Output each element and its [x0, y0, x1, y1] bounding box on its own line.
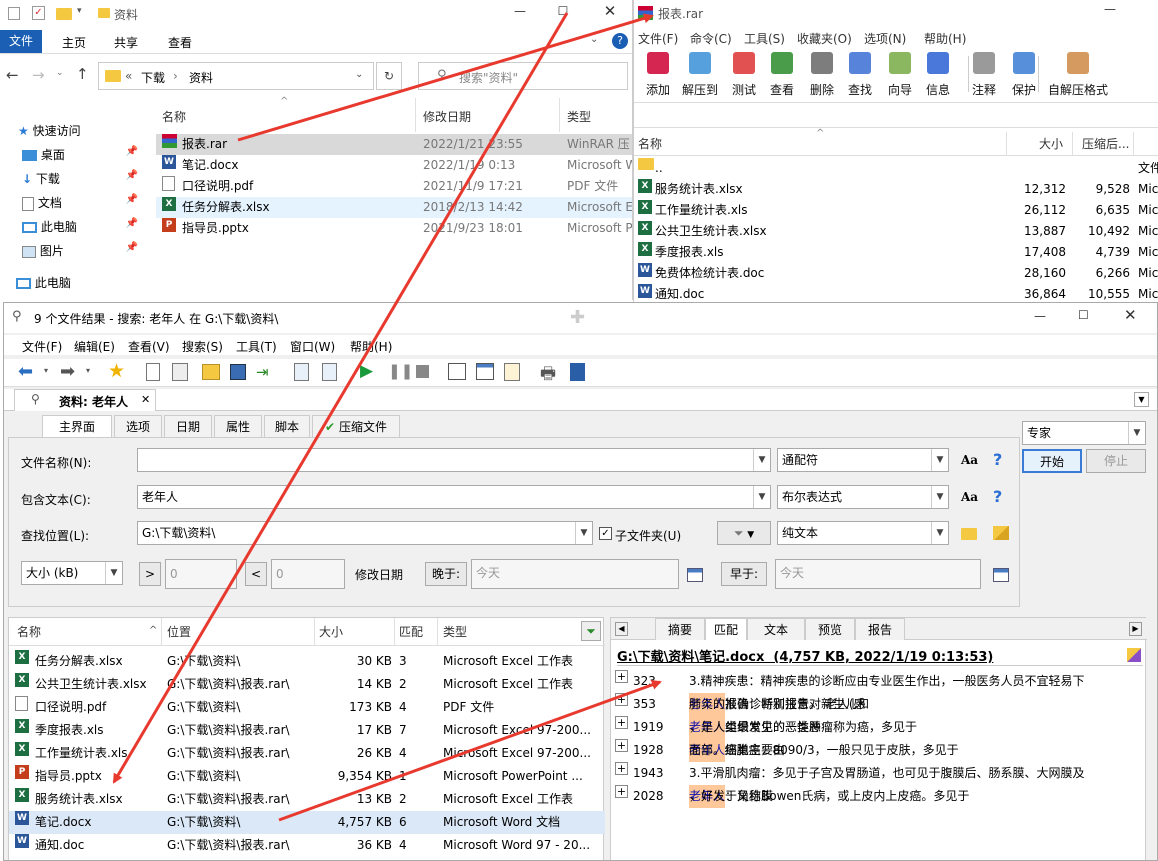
arrow-line — [237, 13, 654, 142]
annotation-arrows — [112, 12, 662, 822]
arrow-line — [278, 680, 662, 822]
arrow-line — [112, 12, 569, 784]
